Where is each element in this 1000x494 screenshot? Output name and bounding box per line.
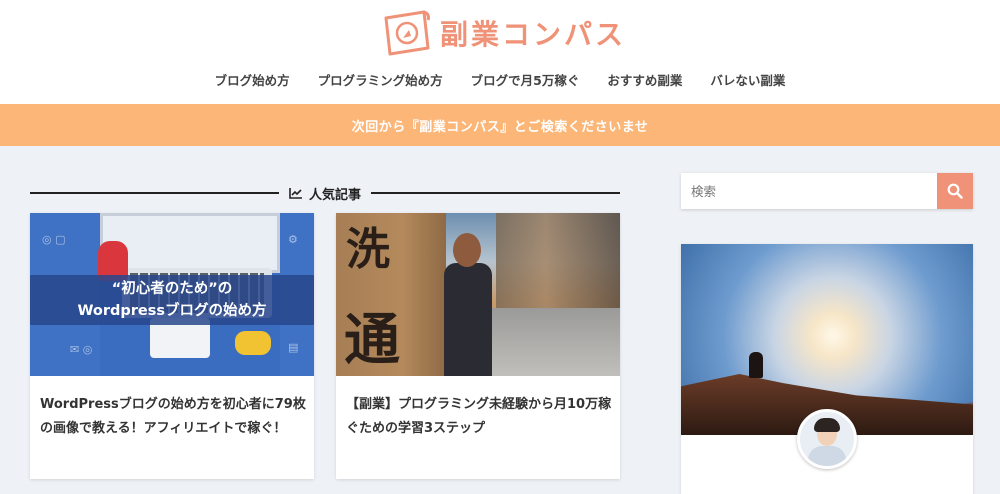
global-nav: ブログ始め方 プログラミング始め方 ブログで月5万稼ぐ おすすめ副業 バレない副… — [0, 70, 1000, 89]
thumbnail-caption: “初心者のため”の Wordpressブログの始め方 — [30, 275, 314, 325]
search-button[interactable] — [937, 173, 973, 209]
article-title[interactable]: 【副業】プログラミング未経験から月10万稼ぐための学習3ステップ — [346, 393, 612, 441]
trending-chart-icon — [289, 188, 302, 199]
decor-icon: ▤ — [288, 341, 299, 354]
avatar[interactable] — [797, 409, 857, 469]
popular-articles-heading: 人気記事 — [30, 183, 621, 203]
avatar-hair — [814, 418, 840, 432]
heading-rule-right — [371, 192, 621, 194]
article-card-programming[interactable]: 洗 通 【副業】プログラミング未経験から月10万稼ぐための学習3ステップ — [336, 213, 620, 479]
search-icon — [947, 183, 963, 199]
sign-kanji-top: 洗 — [346, 224, 390, 275]
decor-icon: ✉ ◎ — [70, 343, 93, 356]
avatar-shirt — [808, 446, 846, 466]
nav-item-secret-side-jobs[interactable]: バレない副業 — [696, 70, 799, 89]
compass-map-icon — [384, 10, 430, 56]
man-in-kimono — [444, 263, 492, 376]
decor-icon: ⚙ — [288, 233, 298, 246]
heading-text: 人気記事 — [309, 187, 362, 203]
nav-item-programming-start[interactable]: プログラミング始め方 — [304, 70, 457, 89]
nav-item-recommended-side-jobs[interactable]: おすすめ副業 — [593, 70, 696, 89]
buildings — [496, 213, 620, 308]
person-figure-2 — [235, 331, 271, 355]
site-logo[interactable]: 副業コンパス — [380, 8, 626, 58]
notice-banner: 次回から『副業コンパス』とご検索くださいませ — [0, 104, 1000, 146]
article-thumbnail: 洗 通 — [336, 213, 620, 376]
nav-item-blog-income[interactable]: ブログで月5万稼ぐ — [457, 70, 594, 89]
man-head — [453, 233, 481, 267]
banner-text: 次回から『副業コンパス』とご検索くださいませ — [351, 119, 649, 135]
heading-rule-left — [30, 192, 279, 194]
thumbnail-caption-line2: Wordpressブログの始め方 — [77, 303, 267, 319]
profile-widget — [681, 244, 973, 494]
thumbnail-caption-line1: “初心者のため”の — [111, 281, 233, 297]
heading-label: 人気記事 — [279, 184, 371, 203]
decor-icon: ◎ ▢ — [42, 233, 66, 246]
site-title: 副業コンパス — [440, 18, 627, 51]
site-header: 副業コンパス ブログ始め方 プログラミング始め方 ブログで月5万稼ぐ おすすめ副… — [0, 0, 1000, 104]
article-title[interactable]: WordPressブログの始め方を初心者に79枚の画像で教える！アフィリエイトで… — [40, 393, 306, 441]
sidebar-search — [681, 173, 973, 209]
search-input[interactable] — [681, 173, 937, 209]
sign-kanji-bottom: 通 — [344, 307, 400, 373]
article-card-wordpress[interactable]: ◎ ▢ ✉ ◎ ⚙ ▤ “初心者のため”の Wordpressブログの始め方 W… — [30, 213, 314, 479]
cover-person-silhouette — [749, 352, 763, 378]
article-thumbnail: ◎ ▢ ✉ ◎ ⚙ ▤ “初心者のため”の Wordpressブログの始め方 — [30, 213, 314, 376]
nav-item-blog-start[interactable]: ブログ始め方 — [201, 70, 304, 89]
